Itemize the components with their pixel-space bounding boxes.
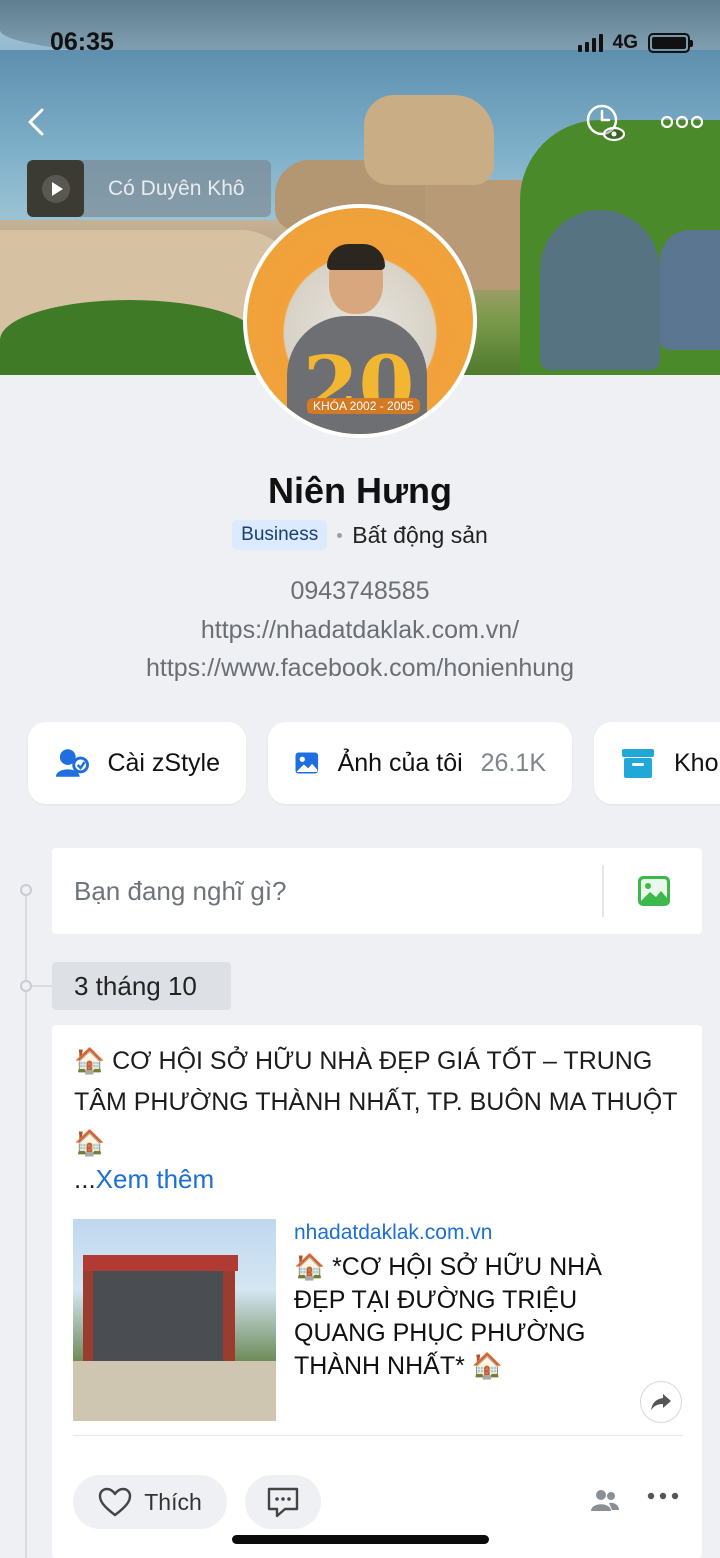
avatar-caption: KHÓA 2002 - 2005 [307,398,420,414]
more-horizontal-icon [660,115,704,129]
separator-dot [337,532,343,538]
photo-count: 26.1K [480,748,546,777]
business-category: Bất động sản [352,521,488,548]
post-divider [73,1435,683,1436]
timeline-date: 3 tháng 10 [52,962,231,1010]
profile-name: Niên Hưng [267,470,453,511]
post-more-icon[interactable] [646,1491,680,1501]
profile-facebook-link[interactable]: https://www.facebook.com/honienhung [0,654,720,683]
post-card: 🏠 CƠ HỘI SỞ HỮU NHÀ ĐẸP GIÁ TỐT – TRUNG … [52,1025,702,1558]
comment-button[interactable] [245,1475,321,1529]
my-photos-button[interactable]: Ảnh của tôi 26.1K [268,722,572,804]
avatar-photo: 20 KHÓA 2002 - 2005 [247,208,473,434]
see-more-ellipsis: ... [74,1164,96,1194]
timeline-connector [32,985,52,987]
profile-phone[interactable]: 0943748585 [0,577,720,606]
zstyle-button[interactable]: Cài zStyle [28,722,246,804]
avatar[interactable]: 20 KHÓA 2002 - 2005 [243,204,477,438]
link-preview-domain[interactable]: nhadatdaklak.com.vn [294,1221,492,1245]
heart-icon [99,1487,132,1517]
cover-bush [0,300,260,375]
storage-icon [622,749,654,778]
post-text: 🏠 CƠ HỘI SỞ HỮU NHÀ ĐẸP GIÁ TỐT – TRUNG … [74,1047,678,1157]
profile-music-player[interactable]: Có Duyên Khô [27,160,271,217]
quick-action-label: Cài zStyle [107,748,220,777]
clock-eye-icon [586,104,626,142]
cover-statue [660,230,720,350]
timeline-node [20,884,32,896]
link-preview-title[interactable]: 🏠 *CƠ HỘI SỞ HỮU NHÀ ĐẸP TẠI ĐƯỜNG TRIỆU… [294,1251,654,1383]
quick-action-label: Ảnh của tôi [337,748,463,777]
add-photo-icon[interactable] [636,874,672,908]
share-arrow-icon [651,1394,671,1410]
quick-actions: Cài zStyle Ảnh của tôi 26.1K Kho [28,722,720,804]
like-button[interactable]: Thích [73,1475,227,1529]
network-type: 4G [612,32,638,53]
avatar-badge-text: 20 [303,338,415,432]
chevron-left-icon [28,108,44,136]
profile-website-link[interactable]: https://nhadatdaklak.com.vn/ [0,616,720,645]
see-more-link[interactable]: ...Xem thêm [74,1164,214,1195]
profile-meta: Business Bất động sản [0,520,720,550]
zstyle-icon [55,749,89,777]
music-title: Có Duyên Khô [108,176,245,200]
status-time: 06:35 [50,28,114,56]
photo-icon [295,752,319,774]
quick-action-label: Kho [674,748,719,777]
cover-rock [364,95,494,185]
link-preview-image[interactable] [73,1219,276,1421]
share-button[interactable] [640,1381,682,1423]
see-more-label: Xem thêm [95,1164,215,1194]
back-button[interactable] [18,102,58,142]
cover-statue [540,210,660,370]
more-options-button[interactable] [660,110,704,134]
post-composer[interactable]: Bạn đang nghĩ gì? [52,848,702,934]
battery-icon [648,33,693,53]
business-badge[interactable]: Business [232,520,328,550]
signal-icon [577,34,603,52]
profile-visitors-button[interactable] [584,102,628,146]
composer-placeholder[interactable]: Bạn đang nghĩ gì? [74,876,602,907]
like-label: Thích [144,1488,202,1515]
comment-icon [267,1487,299,1518]
friends-privacy-icon[interactable] [590,1487,620,1513]
status-indicators: 4G [577,32,693,54]
music-thumbnail [27,160,84,217]
play-icon [41,174,70,203]
timeline-node [20,980,32,992]
home-indicator[interactable] [232,1535,489,1544]
composer-divider [602,865,604,917]
storage-button[interactable]: Kho [594,722,720,804]
